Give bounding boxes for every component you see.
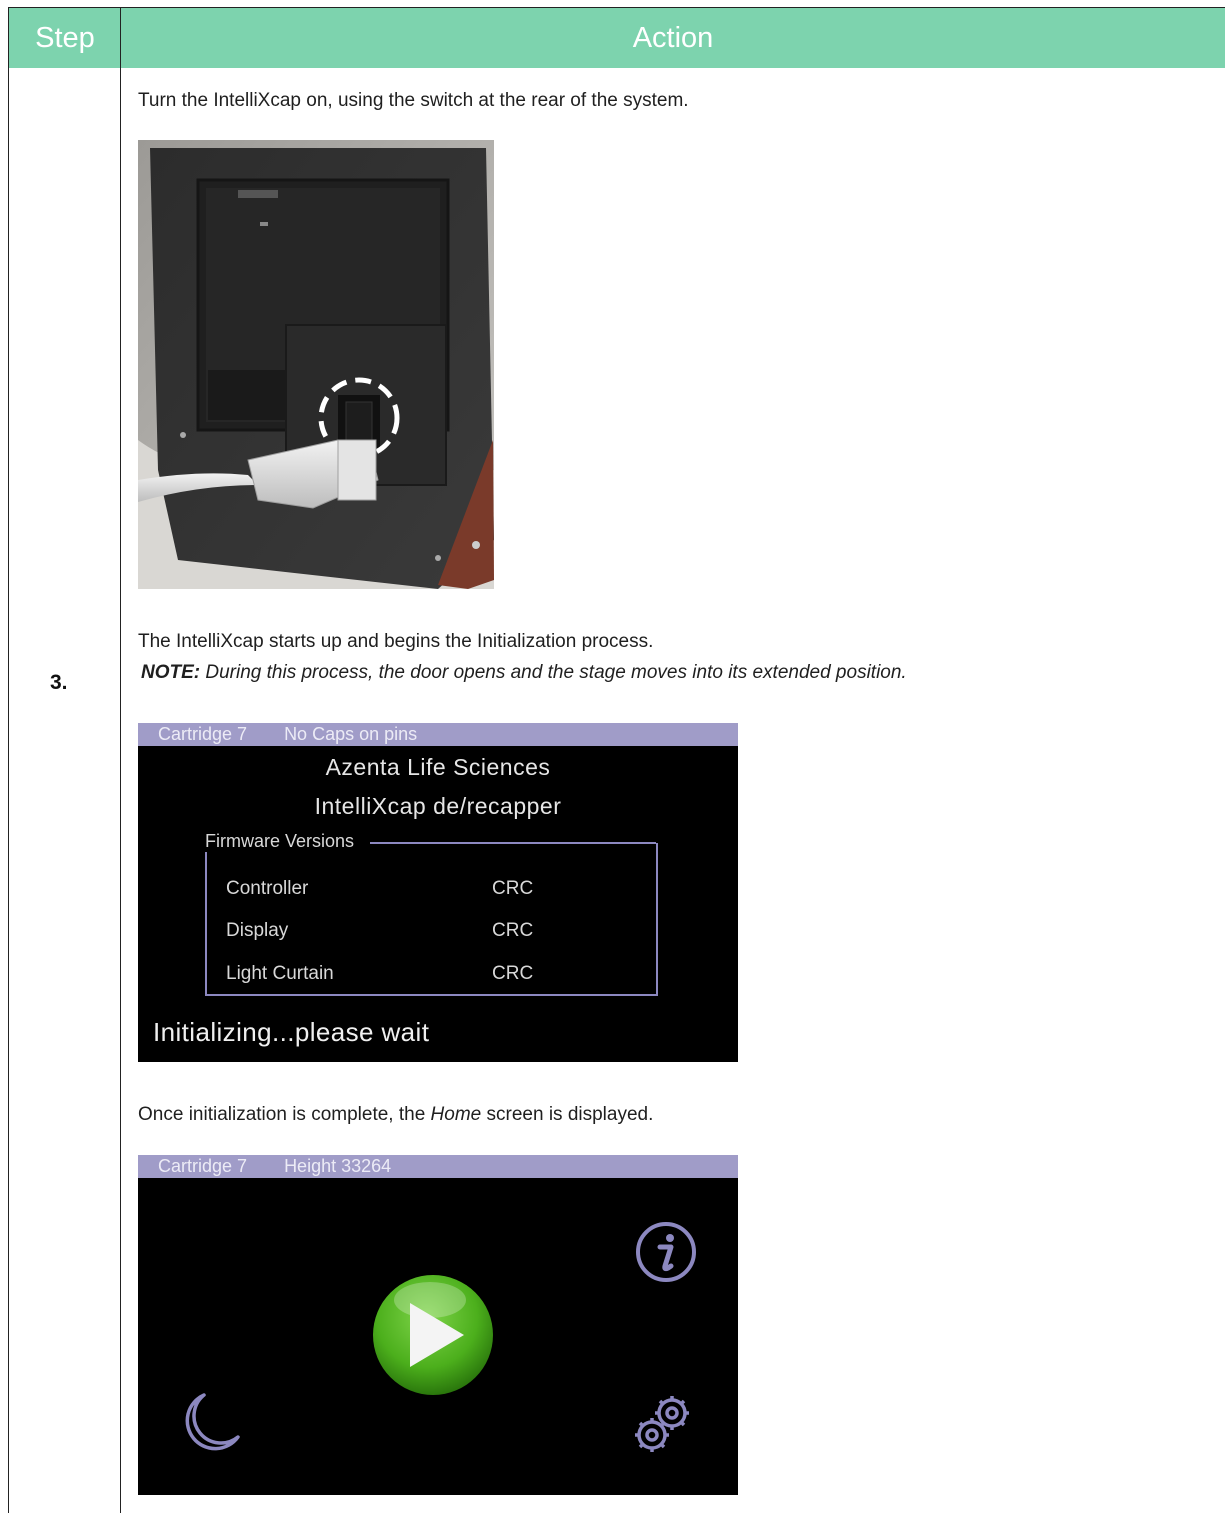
firmware-value-light-curtain: CRC [492,963,534,984]
note-label: NOTE: [141,662,201,683]
initializing-message: Initializing...please wait [153,1017,430,1047]
firmware-name-light-curtain: Light Curtain [226,963,334,984]
info-icon[interactable] [634,1220,698,1284]
home-status-bar: Cartridge 7 Height 33264 [138,1155,738,1178]
note-body: During this process, the door opens and … [200,662,907,683]
play-icon[interactable] [368,1270,498,1400]
home-screen-text: Once initialization is complete, the Hom… [138,1104,654,1125]
procedure-table: Step Action 3. Turn the IntelliXcap on, … [8,7,1225,1513]
header-step: Step [8,7,121,68]
home-cartridge-label: Cartridge 7 [158,1156,248,1176]
note-text: NOTE: During this process, the door open… [141,662,907,684]
init-title-product: IntelliXcap de/recapper [314,793,562,819]
moon-icon[interactable] [174,1387,246,1459]
init-screen: Cartridge 7 No Caps on pins Azenta Life … [138,723,738,1062]
step-number: 3. [50,671,68,694]
column-divider [120,67,121,1513]
rear-panel-photo [138,140,494,589]
firmware-name-display: Display [226,920,289,941]
firmware-legend: Firmware Versions [205,831,357,852]
firmware-value-display: CRC [492,920,534,941]
home-emphasis: Home [430,1104,482,1125]
firmware-box-topline [370,842,656,844]
firmware-value-controller: CRC [492,878,534,899]
table-left-border [8,67,9,1513]
startup-text: The IntelliXcap starts up and begins the… [138,631,654,652]
gear-icon[interactable] [628,1389,698,1459]
init-cartridge-label: Cartridge 7 [158,724,248,744]
init-status-bar: Cartridge 7 No Caps on pins [138,723,738,746]
init-caps-label: No Caps on pins [284,724,418,744]
home-screen: Cartridge 7 Height 33264 [138,1155,738,1495]
init-title-company: Azenta Life Sciences [325,754,551,780]
firmware-name-controller: Controller [226,878,309,899]
instruction-text: Turn the IntelliXcap on, using the switc… [138,90,689,111]
home-height-label: Height 33264 [284,1156,392,1176]
header-action: Action [121,7,1225,68]
